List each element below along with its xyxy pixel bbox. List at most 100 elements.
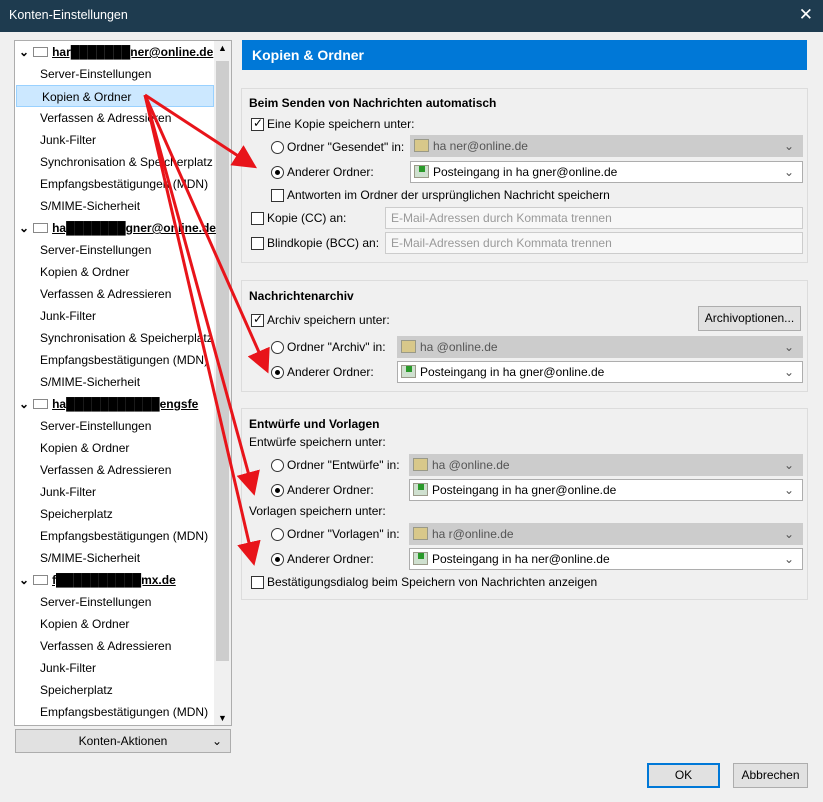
chevron-down-icon: ⌄ [783,165,794,179]
confirm-checkbox[interactable] [251,576,264,589]
cc-input[interactable]: E-Mail-Adressen durch Kommata trennen [385,207,803,229]
other-folder-radio[interactable] [271,166,284,179]
ok-button[interactable]: OK [647,763,720,788]
tree-item[interactable]: S/MIME-Sicherheit [15,195,215,217]
folder-icon [413,458,428,471]
tree-item[interactable]: Junk-Filter [15,657,215,679]
tree-item[interactable]: Server-Einstellungen [15,63,215,85]
drafts-label: Entwürfe speichern unter: [249,435,386,449]
cc-checkbox[interactable] [251,212,264,225]
tree-item[interactable]: Empfangsbestätigungen (MDN) [15,701,215,723]
inbox-icon [413,552,428,565]
archive-other-select[interactable]: Posteingang in ha gner@online.de ⌄ [397,361,803,383]
folder-icon [414,139,429,152]
tree-item[interactable]: Empfangsbestätigungen (MDN) [15,525,215,547]
account-tree[interactable]: ▲ ▼ ⌄ har███████ner@online.de Server-Einst… [14,40,232,726]
close-icon[interactable]: ✕ [799,5,813,25]
inbox-icon [413,483,428,496]
cancel-button[interactable]: Abbrechen [733,763,808,788]
tree-item[interactable]: Verfassen & Adressieren [15,107,215,129]
tree-item[interactable]: Verfassen & Adressieren [15,283,215,305]
sent-folder-select: ha ner@online.de ⌄ [410,135,803,157]
expand-icon[interactable]: ⌄ [19,397,29,411]
confirm-label: Bestätigungsdialog beim Speichern von Na… [267,575,598,589]
tree-item[interactable]: Junk-Filter [15,481,215,503]
chevron-down-icon: ⌄ [783,483,794,497]
tree-item[interactable]: Empfangsbestätigungen (MDN) [15,349,215,371]
tree-item[interactable]: Server-Einstellungen [15,415,215,437]
templates-other-value: Posteingang in ha ner@online.de [432,552,610,566]
cc-label: Kopie (CC) an: [267,211,347,225]
mail-icon [33,223,49,233]
archive-label: Archiv speichern unter: [267,313,390,327]
account-node[interactable]: ⌄ har███████ner@online.de [15,41,215,63]
tree-item[interactable]: Junk-Filter [15,129,215,151]
archive-folder-select: ha @online.de ⌄ [397,336,803,358]
templates-folder-value: ha r@online.de [432,527,514,541]
folder-icon [413,527,428,540]
tree-item[interactable]: Synchronisation & Speicherplatz [15,327,215,349]
replies-label: Antworten im Ordner der ursprünglichen N… [287,188,610,202]
tree-item[interactable]: Junk-Filter [15,305,215,327]
folder-icon [401,340,416,353]
tree-item[interactable]: S/MIME-Sicherheit [15,371,215,393]
account-node[interactable]: ⌄ ha███████gner@online.de [15,217,216,239]
account-actions-button[interactable]: Konten-Aktionen ⌄ [15,729,231,753]
archive-other-radio[interactable] [271,366,284,379]
archive-group: Nachrichtenarchiv Archiv speichern unter… [241,280,808,392]
save-copy-checkbox[interactable] [251,116,264,131]
tree-item[interactable]: Kopien & Ordner [15,437,215,459]
drafts-group-title: Entwürfe und Vorlagen [249,417,380,431]
tree-item[interactable]: Server-Einstellungen [15,239,215,261]
account-node[interactable]: ⌄ ha███████████engsfe [15,393,215,415]
chevron-down-icon: ⌄ [783,458,794,472]
account-name: ha███████████engsfe [52,397,199,411]
mail-icon [33,47,49,57]
templates-label: Vorlagen speichern unter: [249,504,386,518]
scroll-down-icon[interactable]: ▼ [218,713,227,723]
sent-folder-radio[interactable] [271,141,284,154]
tree-item[interactable]: Verfassen & Adressieren [15,635,215,657]
mail-icon [33,399,49,409]
scroll-up-icon[interactable]: ▲ [218,43,227,53]
tree-item[interactable]: Empfangsbestätigungen (MDN) [15,173,215,195]
send-group: Beim Senden von Nachrichten automatisch … [241,88,808,263]
tree-item[interactable]: Speicherplatz [15,679,215,701]
expand-icon[interactable]: ⌄ [19,221,29,235]
drafts-other-label: Anderer Ordner: [287,483,374,497]
tree-item[interactable]: Server-Einstellungen [15,591,215,613]
tree-item[interactable]: Speicherplatz [15,503,215,525]
window-title: Konten-Einstellungen [9,8,128,22]
chevron-down-icon: ⌄ [211,734,222,748]
drafts-other-select[interactable]: Posteingang in ha gner@online.de ⌄ [409,479,803,501]
account-name: ha███████gner@online.de [52,221,216,235]
archive-checkbox[interactable] [251,312,264,327]
templates-other-radio[interactable] [271,553,284,566]
expand-icon[interactable]: ⌄ [19,45,29,59]
tree-item[interactable]: Kopien & Ordner [16,85,214,107]
archive-folder-radio[interactable] [271,341,284,354]
replies-checkbox[interactable] [271,189,284,202]
chevron-down-icon: ⌄ [783,552,794,566]
bcc-label: Blindkopie (BCC) an: [267,236,380,250]
templates-folder-label: Ordner "Vorlagen" in: [287,527,400,541]
scroll-thumb[interactable] [216,61,229,661]
bcc-checkbox[interactable] [251,237,264,250]
tree-item[interactable]: Kopien & Ordner [15,261,215,283]
templates-other-select[interactable]: Posteingang in ha ner@online.de ⌄ [409,548,803,570]
sent-folder-label: Ordner "Gesendet" in: [287,140,405,154]
bcc-input[interactable]: E-Mail-Adressen durch Kommata trennen [385,232,803,254]
tree-item[interactable]: Synchronisation & Speicherplatz [15,151,215,173]
drafts-other-radio[interactable] [271,484,284,497]
tree-scrollbar[interactable]: ▲ ▼ [214,41,231,725]
other-folder-select[interactable]: Posteingang in ha gner@online.de ⌄ [410,161,803,183]
account-node[interactable]: ⌄ f██████████mx.de [15,569,215,591]
archive-options-button[interactable]: Archivoptionen... [698,306,801,331]
tree-item[interactable]: S/MIME-Sicherheit [15,547,215,569]
drafts-group: Entwürfe und Vorlagen Entwürfe speichern… [241,408,808,600]
expand-icon[interactable]: ⌄ [19,573,29,587]
tree-item[interactable]: Verfassen & Adressieren [15,459,215,481]
drafts-folder-radio[interactable] [271,459,284,472]
templates-folder-radio[interactable] [271,528,284,541]
tree-item[interactable]: Kopien & Ordner [15,613,215,635]
